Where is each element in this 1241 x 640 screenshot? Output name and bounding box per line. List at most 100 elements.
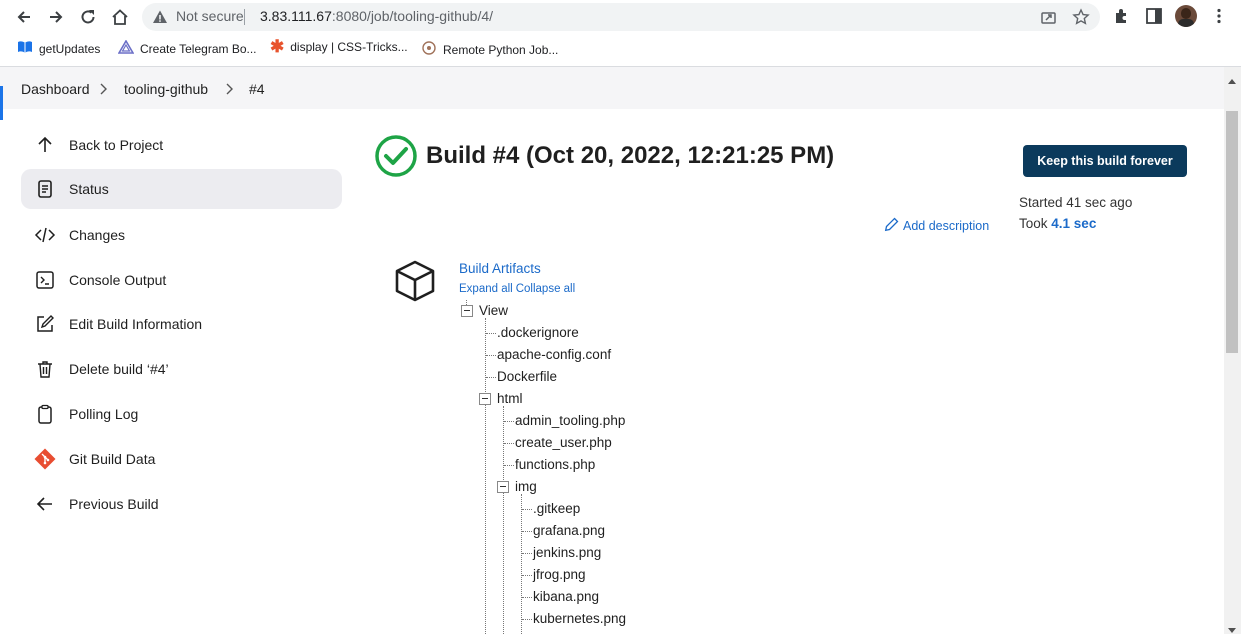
- sidebar-item-label: Git Build Data: [69, 451, 156, 467]
- tree-file-kibana[interactable]: kibana.png: [533, 589, 599, 604]
- arrow-left-icon: [21, 494, 69, 514]
- tree-file-jfrog[interactable]: jfrog.png: [533, 567, 586, 582]
- share-icon[interactable]: [1040, 9, 1057, 31]
- bookmark-label: Remote Python Job...: [443, 42, 559, 57]
- bookmark-create-telegram-bot[interactable]: Create Telegram Bo...: [117, 39, 257, 57]
- sidebar-item-console-output[interactable]: Console Output: [21, 260, 342, 300]
- tree-folder-html[interactable]: html: [497, 391, 523, 406]
- keep-build-forever-button[interactable]: Keep this build forever: [1023, 145, 1187, 177]
- bookmark-label: getUpdates: [39, 41, 101, 56]
- tree-connector: [486, 355, 496, 356]
- sidebar-item-polling-log[interactable]: Polling Log: [21, 394, 342, 434]
- duration-link[interactable]: 4.1 sec: [1051, 216, 1096, 231]
- bookmark-star-icon[interactable]: [1072, 8, 1090, 31]
- omnibox-divider: [244, 9, 245, 25]
- breadcrumb-build[interactable]: #4: [249, 81, 265, 97]
- sidebar-item-label: Back to Project: [69, 137, 164, 153]
- chevron-right-icon: [98, 82, 108, 101]
- collapse-toggle[interactable]: [461, 305, 473, 317]
- tree-connector: [522, 575, 532, 576]
- success-check-icon: [374, 134, 418, 183]
- collapse-toggle[interactable]: [479, 393, 491, 405]
- address-bar[interactable]: Not secure 3.83.111.67:8080/job/tooling-…: [142, 3, 1100, 31]
- tree-folder-view[interactable]: View: [479, 303, 508, 318]
- tree-connector: [522, 597, 532, 598]
- sidebar-item-label: Delete build ‘#4’: [69, 361, 169, 377]
- git-icon: [21, 447, 69, 471]
- tree-file-jenkins[interactable]: jenkins.png: [533, 545, 601, 560]
- tree-file-functions[interactable]: functions.php: [515, 457, 595, 472]
- side-panel-icon[interactable]: [1145, 7, 1163, 30]
- bookmark-label: display | CSS-Tricks...: [290, 40, 408, 54]
- bookmark-css-tricks[interactable]: ✱ display | CSS-Tricks...: [270, 37, 408, 56]
- home-icon[interactable]: [108, 5, 132, 29]
- tree-guide: [521, 494, 522, 634]
- sidebar-item-label: Changes: [69, 227, 126, 243]
- asterisk-icon: ✱: [270, 37, 285, 56]
- breadcrumb-dashboard[interactable]: Dashboard: [21, 81, 90, 97]
- chevron-right-icon: [224, 82, 234, 101]
- terminal-icon: [21, 270, 69, 290]
- bookmark-getupdates[interactable]: getUpdates: [17, 40, 100, 57]
- tree-file-kubernetes[interactable]: kubernetes.png: [533, 611, 626, 626]
- scroll-down-icon[interactable]: [1227, 622, 1237, 640]
- bookmark-remote-python-jobs[interactable]: Remote Python Job...: [421, 40, 558, 59]
- url-text[interactable]: 3.83.111.67:8080/job/tooling-github/4/: [260, 8, 493, 24]
- scrollbar-thumb[interactable]: [1226, 111, 1238, 353]
- tree-file-grafana[interactable]: grafana.png: [533, 523, 605, 538]
- sidebar-item-git-build-data[interactable]: Git Build Data: [21, 439, 342, 479]
- breadcrumb-job[interactable]: tooling-github: [124, 81, 208, 97]
- code-icon: [21, 225, 69, 245]
- globe-icon: [421, 40, 437, 59]
- trash-icon: [21, 359, 69, 379]
- url-path: :8080/job/tooling-github/4/: [331, 8, 494, 24]
- tree-file-create-user[interactable]: create_user.php: [515, 435, 612, 450]
- back-arrow-icon[interactable]: [12, 5, 36, 29]
- reload-icon[interactable]: [76, 5, 100, 29]
- took-prefix: Took: [1019, 216, 1052, 231]
- sidebar-item-label: Status: [69, 181, 109, 197]
- build-duration: Took 4.1 sec: [1019, 216, 1096, 231]
- warning-icon: [152, 9, 168, 30]
- pencil-icon: [884, 217, 899, 235]
- document-icon: [21, 179, 69, 199]
- tree-file-apache-config[interactable]: apache-config.conf: [497, 347, 611, 362]
- sidebar-item-label: Previous Build: [69, 496, 159, 512]
- tree-connector: [522, 619, 532, 620]
- build-artifacts-link[interactable]: Build Artifacts: [459, 261, 541, 276]
- scroll-up-icon[interactable]: [1227, 72, 1237, 90]
- tree-guide: [485, 318, 486, 634]
- collapse-all-link[interactable]: Collapse all: [516, 283, 575, 295]
- left-edge-accent: [0, 86, 3, 120]
- sidebar-item-status[interactable]: Status: [21, 169, 342, 209]
- tree-file-dockerignore[interactable]: .dockerignore: [497, 325, 579, 340]
- sidebar-item-changes[interactable]: Changes: [21, 215, 342, 255]
- tree-connector: [522, 509, 532, 510]
- menu-kebab-icon[interactable]: [1210, 7, 1228, 30]
- extensions-puzzle-icon[interactable]: [1113, 7, 1131, 30]
- tree-folder-img[interactable]: img: [515, 479, 537, 494]
- forward-arrow-icon[interactable]: [44, 5, 68, 29]
- url-host: 3.83.111.67: [260, 8, 332, 24]
- sidebar-item-label: Console Output: [69, 272, 167, 288]
- tree-file-gitkeep[interactable]: .gitkeep: [533, 501, 580, 516]
- profile-avatar[interactable]: [1175, 5, 1197, 27]
- sidebar-item-edit-build-information[interactable]: Edit Build Information: [21, 304, 342, 344]
- expand-all-link[interactable]: Expand all: [459, 283, 513, 295]
- sidebar-item-previous-build[interactable]: Previous Build: [21, 484, 342, 524]
- tree-file-admin-tooling[interactable]: admin_tooling.php: [515, 413, 625, 428]
- tree-file-dockerfile[interactable]: Dockerfile: [497, 369, 557, 384]
- add-description-link[interactable]: Add description: [884, 217, 989, 235]
- clipboard-icon: [21, 404, 69, 424]
- tree-connector: [522, 531, 532, 532]
- expand-collapse-controls: Expand all Collapse all: [459, 283, 578, 295]
- add-description-label: Add description: [903, 219, 990, 233]
- tree-connector: [504, 465, 514, 466]
- tree-connector: [504, 443, 514, 444]
- collapse-toggle[interactable]: [497, 481, 509, 493]
- tree-connector: [522, 553, 532, 554]
- sidebar-item-delete-build[interactable]: Delete build ‘#4’: [21, 349, 342, 389]
- sidebar-item-back-to-project[interactable]: Back to Project: [21, 125, 342, 165]
- not-secure-label: Not secure: [176, 8, 244, 24]
- tree-connector: [486, 377, 496, 378]
